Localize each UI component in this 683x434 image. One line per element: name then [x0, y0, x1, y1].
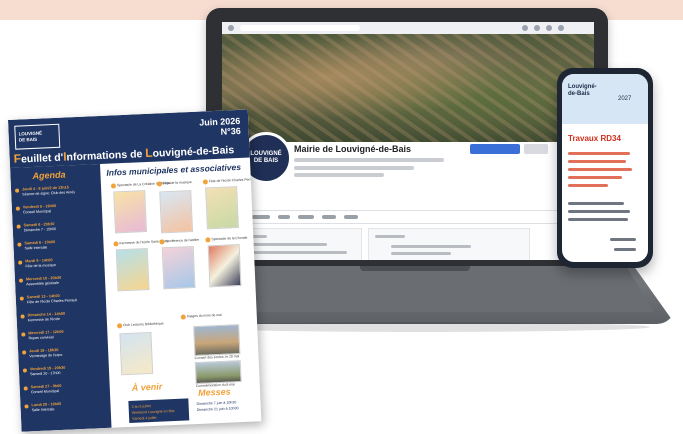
promo-composition: LOUVIGNÉ DE BAIS Mairie de Louvigné-de-B… — [0, 0, 683, 434]
profile-logo-line1: LOUVIGNÉ — [250, 151, 282, 157]
photo-caption: Concert des écoles, le 20 mai — [194, 354, 240, 361]
thumb-label: Club Lectures Bibliothèque — [122, 321, 164, 328]
poster-thumbnail — [161, 246, 196, 290]
title-part: ouvigné-de-Bais — [152, 144, 235, 160]
bullet-icon — [110, 183, 117, 189]
tab-item[interactable] — [322, 215, 336, 219]
newsletter-issue-number: N°36 — [220, 125, 241, 137]
thumb-label: Fête de l'école Charles Perrault — [208, 177, 257, 184]
browser-address-bar[interactable] — [240, 25, 360, 31]
text-line — [568, 168, 632, 171]
browser-menu-icon[interactable] — [558, 25, 564, 31]
thumb-label: Spectacle de la Chorale — [211, 235, 248, 242]
poster-thumbnail — [119, 331, 154, 376]
tab-item[interactable] — [252, 215, 270, 219]
phone-headline[interactable]: Travaux RD34 — [568, 134, 621, 143]
tab-item[interactable] — [278, 215, 290, 219]
laptop-trackpad-notch — [360, 266, 470, 271]
bullet-icon — [205, 237, 211, 243]
laptop-screen: LOUVIGNÉ DE BAIS Mairie de Louvigné-de-B… — [222, 22, 594, 260]
laptop-shadow — [190, 322, 650, 332]
messes-line: Dimanche 21 juin à 10h30 — [196, 406, 239, 413]
newsletter-header: LOUVIGNÉ DE BAIS Juin 2026 N°36 Feuillet… — [8, 109, 250, 168]
text-line — [568, 218, 628, 221]
text-line — [568, 210, 630, 213]
newsletter-logo: LOUVIGNÉ DE BAIS — [14, 123, 61, 150]
poster-thumbnail — [115, 248, 150, 292]
phone-screen: Louvigné- de-Bais 2027 Travaux RD34 — [562, 74, 648, 262]
messes-line: Dimanche 7 juin à 10h30 — [196, 400, 237, 407]
tab-item[interactable] — [298, 215, 314, 219]
browser-extension-icon[interactable] — [534, 25, 540, 31]
cover-photo-texture — [222, 34, 594, 142]
page-meta-line — [294, 158, 444, 162]
tab-item[interactable] — [344, 215, 358, 219]
text-line — [391, 245, 471, 248]
post-card — [368, 228, 530, 260]
phone-logo: Louvigné- de-Bais — [568, 84, 612, 98]
text-line — [568, 202, 624, 205]
thumb-label: Images du mois de mai — [186, 312, 222, 319]
event-photo — [194, 360, 242, 385]
page-tabs — [222, 210, 594, 224]
bullet-icon — [159, 239, 165, 245]
bullet-icon — [116, 323, 123, 329]
page-meta-line — [294, 173, 384, 177]
agenda-heading: Agenda — [32, 169, 66, 181]
profile-logo-line2: DE BAIS — [253, 158, 279, 164]
primary-action-button[interactable] — [470, 144, 520, 154]
phone-logo-line2: de-Bais — [568, 91, 590, 97]
phone-app-header: Louvigné- de-Bais 2027 — [562, 74, 648, 124]
event-photo — [193, 324, 241, 357]
bullet-icon — [202, 179, 208, 185]
text-line — [568, 160, 626, 163]
bullet-icon — [156, 181, 163, 187]
text-line — [614, 248, 636, 251]
browser-home-icon[interactable] — [228, 25, 234, 31]
title-part: nformations de — [66, 148, 146, 164]
browser-extension-icon[interactable] — [546, 25, 552, 31]
poster-thumbnail — [205, 186, 239, 230]
infos-heading: Infos municipales et associatives — [106, 161, 242, 178]
newsletter-logo-line2: DE BAIS — [18, 136, 38, 143]
title-part: euillet d' — [20, 151, 64, 166]
bullet-icon — [180, 314, 186, 320]
text-line — [568, 184, 608, 187]
text-line — [568, 176, 622, 179]
browser-extension-icon[interactable] — [522, 25, 528, 31]
poster-thumbnail — [207, 244, 242, 288]
secondary-action-button[interactable] — [524, 144, 548, 154]
poster-thumbnail — [159, 190, 194, 234]
bullet-icon — [113, 241, 119, 247]
thumb-label: Conférence de l'atelier — [165, 237, 200, 244]
text-line — [568, 152, 630, 155]
page-meta-line — [294, 166, 414, 170]
phone-logo-line1: Louvigné- — [568, 84, 597, 90]
newsletter-sheet: LOUVIGNÉ DE BAIS Juin 2026 N°36 Feuillet… — [8, 109, 262, 434]
newsletter-page: LOUVIGNÉ DE BAIS Juin 2026 N°36 Feuillet… — [8, 109, 262, 432]
avenir-line: 3 au 5 juillet — [131, 404, 151, 409]
text-line — [391, 252, 451, 255]
thumb-label: Fête de la musique — [162, 180, 192, 186]
phone-date: 2027 — [618, 96, 632, 102]
poster-thumbnail — [113, 190, 148, 234]
messes-heading: Messes — [197, 386, 231, 398]
text-line — [375, 235, 405, 238]
avenir-heading: À venir — [131, 381, 163, 393]
newsletter-issue: Juin 2026 N°36 — [199, 116, 241, 138]
page-title: Mairie de Louvigné-de-Bais — [294, 144, 412, 154]
text-line — [610, 238, 636, 241]
